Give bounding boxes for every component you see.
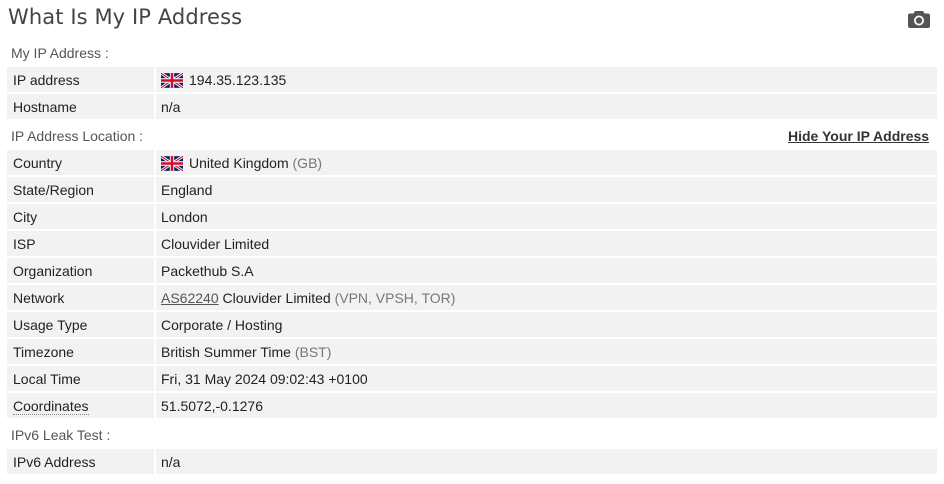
organization-value: Packethub S.A <box>161 263 254 279</box>
row-ipv6-address: IPv6 Address n/a <box>7 449 937 475</box>
row-usage-type: Usage Type Corporate / Hosting <box>7 312 937 338</box>
row-divider <box>154 312 156 337</box>
row-network: Network AS62240 Clouvider Limited (VPN, … <box>7 285 937 311</box>
row-value: British Summer Time (BST) <box>161 344 331 360</box>
row-label: Timezone <box>13 344 74 360</box>
row-divider <box>154 449 156 474</box>
timezone-value: British Summer Time <box>161 344 291 360</box>
row-label: IP address <box>13 72 80 88</box>
coordinates-label[interactable]: Coordinates <box>13 398 89 415</box>
isp-value: Clouvider Limited <box>161 236 270 252</box>
row-state: State/Region England <box>7 177 937 203</box>
ipv6-address-value: n/a <box>161 454 181 470</box>
page: What Is My IP Address My IP Address : IP… <box>0 0 944 484</box>
section-label-my-ip: My IP Address : <box>11 45 109 61</box>
row-label: State/Region <box>13 182 94 198</box>
row-divider <box>154 67 156 92</box>
row-label: Country <box>13 155 63 171</box>
row-divider <box>154 366 156 391</box>
row-divider <box>154 204 156 229</box>
row-isp: ISP Clouvider Limited <box>7 231 937 257</box>
row-label: Organization <box>13 263 93 279</box>
row-ip-address: IP address 194.35.123.135 <box>7 67 937 93</box>
row-organization: Organization Packethub S.A <box>7 258 937 284</box>
timezone-abbr: (BST) <box>294 344 332 360</box>
uk-flag-icon <box>161 156 183 171</box>
row-coordinates: Coordinates 51.5072,-0.1276 <box>7 393 937 419</box>
local-time-value: Fri, 31 May 2024 09:02:43 +0100 <box>161 371 368 387</box>
row-label: Network <box>13 290 65 306</box>
camera-icon[interactable] <box>908 10 930 28</box>
row-divider <box>154 393 156 418</box>
row-divider <box>154 94 156 119</box>
coordinates-value: 51.5072,-0.1276 <box>161 398 263 414</box>
country-value: United Kingdom <box>189 155 289 171</box>
row-country: Country United Kingdom (GB) <box>7 150 937 176</box>
network-tags: (VPN, VPSH, TOR) <box>334 290 456 306</box>
row-label: Usage Type <box>13 317 88 333</box>
section-label-ipv6: IPv6 Leak Test : <box>11 427 111 443</box>
row-divider <box>154 177 156 202</box>
row-hostname: Hostname n/a <box>7 94 937 120</box>
row-value: AS62240 Clouvider Limited (VPN, VPSH, TO… <box>161 290 455 306</box>
country-code: (GB) <box>292 155 323 171</box>
ip-address-value: 194.35.123.135 <box>189 72 287 88</box>
row-timezone: Timezone British Summer Time (BST) <box>7 339 937 365</box>
row-label: IPv6 Address <box>13 454 96 470</box>
row-label: ISP <box>13 236 36 252</box>
network-value: Clouvider Limited <box>222 290 331 306</box>
uk-flag-icon <box>161 73 183 88</box>
row-divider <box>154 231 156 256</box>
row-label: Hostname <box>13 99 77 115</box>
page-title: What Is My IP Address <box>8 5 243 29</box>
city-value: London <box>161 209 208 225</box>
hide-ip-link[interactable]: Hide Your IP Address <box>788 128 929 144</box>
row-divider <box>154 339 156 364</box>
asn-link[interactable]: AS62240 <box>161 290 219 306</box>
row-label: City <box>13 209 38 225</box>
state-value: England <box>161 182 213 198</box>
section-label-location: IP Address Location : <box>11 128 144 144</box>
row-city: City London <box>7 204 937 230</box>
row-value: 194.35.123.135 <box>161 72 286 88</box>
row-divider <box>154 258 156 283</box>
row-divider <box>154 150 156 175</box>
row-label: Local Time <box>13 371 81 387</box>
usage-type-value: Corporate / Hosting <box>161 317 283 333</box>
hostname-value: n/a <box>161 99 181 115</box>
row-value: United Kingdom (GB) <box>161 155 322 171</box>
row-divider <box>154 285 156 310</box>
row-local-time: Local Time Fri, 31 May 2024 09:02:43 +01… <box>7 366 937 392</box>
